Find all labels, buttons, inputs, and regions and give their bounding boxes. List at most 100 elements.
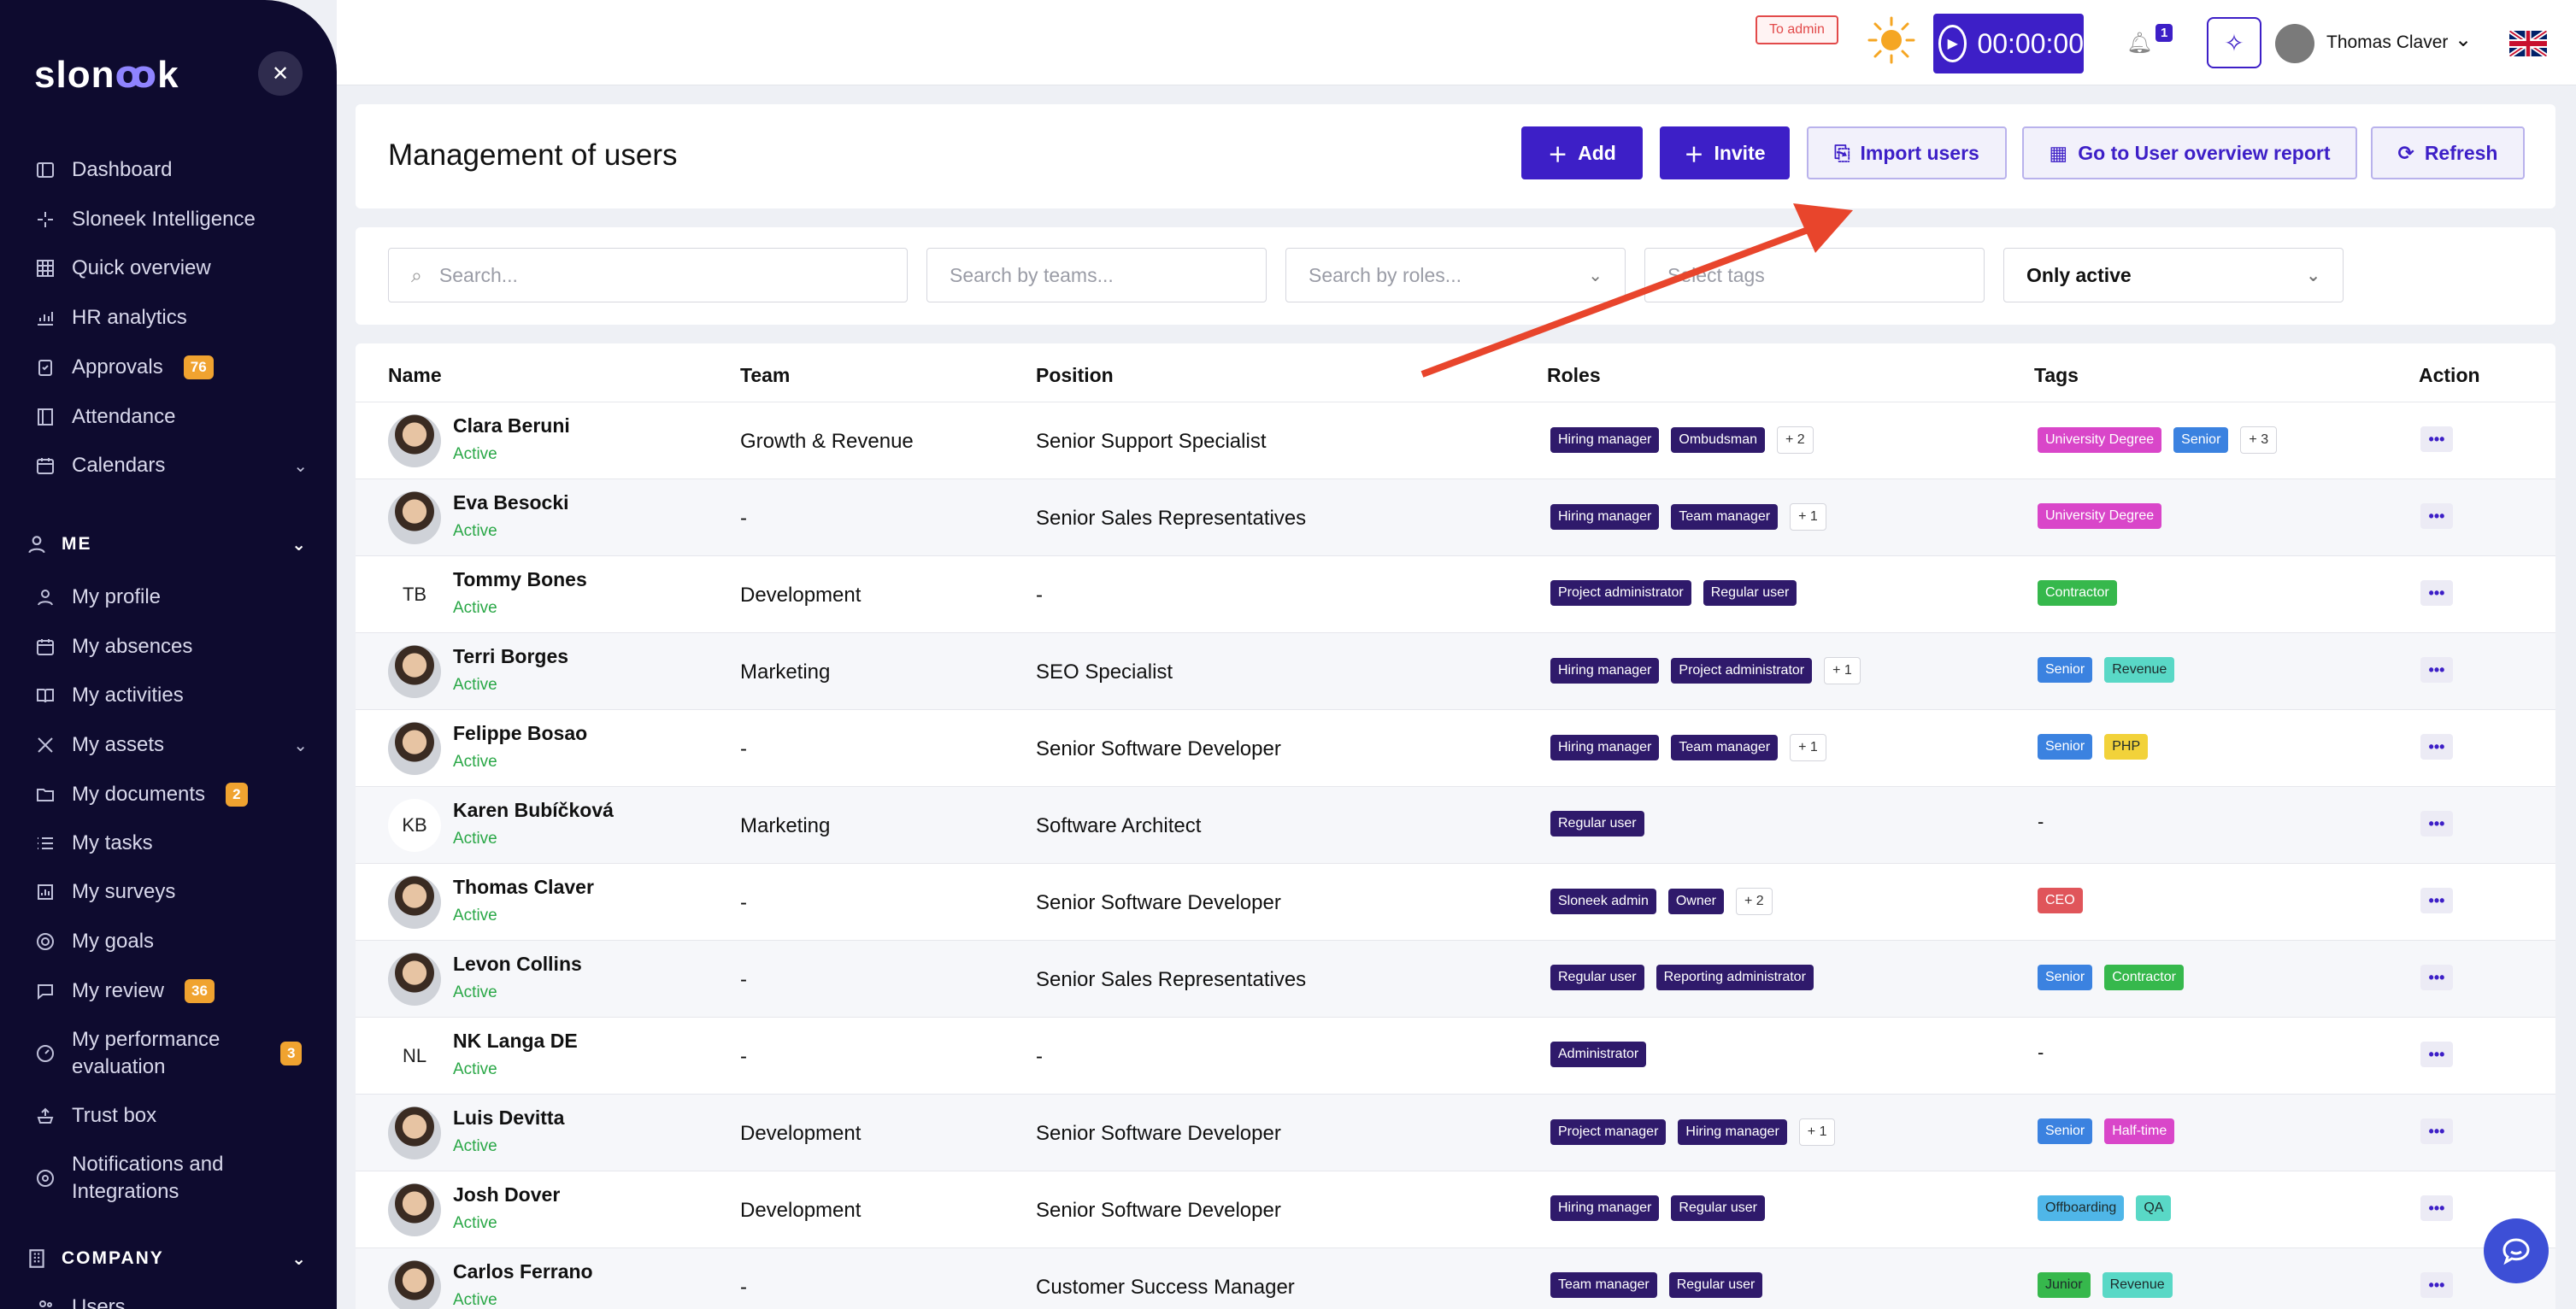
- time-tracker[interactable]: ▶ 00:00:00: [1933, 14, 2084, 73]
- add-button[interactable]: ＋ Add: [1521, 126, 1643, 179]
- more-roles-chip[interactable]: + 1: [1824, 657, 1861, 684]
- sidebar-item-users[interactable]: Users ⌄: [34, 1290, 308, 1309]
- more-roles-chip[interactable]: + 1: [1798, 1118, 1836, 1146]
- more-roles-chip[interactable]: + 2: [1776, 426, 1814, 454]
- more-tags-chip[interactable]: + 3: [2240, 426, 2278, 454]
- sidebar-item-my-documents[interactable]: My documents 2: [34, 778, 308, 812]
- team-cell: -: [740, 737, 747, 760]
- sidebar-item-hr-analytics[interactable]: HR analytics: [34, 301, 308, 335]
- building-icon: [26, 1247, 48, 1270]
- row-actions-button[interactable]: •••: [2420, 888, 2453, 913]
- user-name-link[interactable]: Levon Collins: [453, 953, 582, 976]
- user-name-link[interactable]: Josh Dover: [453, 1183, 560, 1206]
- bell-icon[interactable]: 🔔︎: [2126, 31, 2152, 56]
- sidebar-item-notifications-and-integrations[interactable]: Notifications and Integrations: [34, 1153, 308, 1203]
- position-cell: SEO Specialist: [1036, 660, 1173, 684]
- sidebar-section-company[interactable]: COMPANY ⌄: [26, 1247, 308, 1270]
- table-row[interactable]: NL NK Langa DE Active - - Administrator - •••: [356, 1017, 2555, 1094]
- sidebar-item-attendance[interactable]: Attendance: [34, 400, 308, 434]
- tags-cell: Senior PHP: [2038, 734, 2149, 760]
- user-name-link[interactable]: Luis Devitta: [453, 1106, 564, 1130]
- search-input[interactable]: ⌕ Search...: [388, 248, 908, 302]
- position-cell: -: [1036, 584, 1043, 607]
- user-name-link[interactable]: Thomas Claver: [453, 876, 594, 899]
- sidebar-item-my-activities[interactable]: My activities: [34, 678, 308, 713]
- user-overview-report-button[interactable]: ▦ Go to User overview report: [2022, 126, 2357, 179]
- table-row[interactable]: Felippe Bosao Active - Senior Software Deve…: [356, 709, 2555, 786]
- more-roles-chip[interactable]: + 1: [1790, 734, 1826, 761]
- row-actions-button[interactable]: •••: [2420, 811, 2453, 836]
- ai-sparkle-button[interactable]: ✧: [2207, 17, 2261, 68]
- user-name-link[interactable]: Clara Beruni: [453, 414, 570, 437]
- sidebar-section-me[interactable]: ME ⌄: [26, 533, 308, 555]
- sidebar-item-calendars[interactable]: Calendars ⌄: [34, 449, 308, 483]
- target-icon: [34, 930, 56, 953]
- table-row[interactable]: Eva Besocki Active - Senior Sales Represent…: [356, 478, 2555, 555]
- sidebar-item-my-review[interactable]: My review 36: [34, 974, 308, 1008]
- table-row[interactable]: Josh Dover Active Development Senior Softwa…: [356, 1171, 2555, 1247]
- sidebar-item-my-profile[interactable]: My profile: [34, 580, 308, 614]
- search-icon: ⌕: [411, 263, 422, 286]
- row-actions-button[interactable]: •••: [2420, 580, 2453, 606]
- timer-display: 00:00:00: [1977, 27, 2084, 59]
- table-row[interactable]: Carlos Ferrano Active - Customer Success Ma…: [356, 1247, 2555, 1309]
- sidebar-item-trust-box[interactable]: Trust box: [34, 1099, 308, 1133]
- tags-select[interactable]: Select tags: [1644, 248, 1985, 302]
- user-name-link[interactable]: Felippe Bosao: [453, 722, 587, 745]
- sidebar-item-dashboard[interactable]: Dashboard: [34, 153, 308, 187]
- table-row[interactable]: Luis Devitta Active Development Senior Soft…: [356, 1094, 2555, 1171]
- column-header-position[interactable]: Position: [1036, 364, 1114, 387]
- refresh-button[interactable]: ⟳ Refresh: [2371, 126, 2525, 179]
- close-sidebar-button[interactable]: ✕: [258, 51, 303, 96]
- row-actions-button[interactable]: •••: [2420, 1042, 2453, 1067]
- sidebar-item-approvals[interactable]: Approvals 76: [34, 350, 308, 384]
- sidebar-item-my-performance-evaluation[interactable]: My performance evaluation 3: [34, 1028, 308, 1078]
- sidebar-item-my-tasks[interactable]: My tasks: [34, 826, 308, 860]
- user-name-link[interactable]: Carlos Ferrano: [453, 1260, 593, 1283]
- table-row[interactable]: Levon Collins Active - Senior Sales Represe…: [356, 940, 2555, 1017]
- user-avatar[interactable]: [2275, 24, 2314, 63]
- avatar: NL: [388, 1030, 441, 1083]
- folder-icon: [34, 784, 56, 806]
- sidebar-item-my-goals[interactable]: My goals: [34, 925, 308, 959]
- current-user-name[interactable]: Thomas Claver: [2326, 32, 2448, 53]
- user-name-link[interactable]: NK Langa DE: [453, 1030, 578, 1053]
- chevron-down-icon[interactable]: ⌄: [2455, 27, 2472, 52]
- row-actions-button[interactable]: •••: [2420, 734, 2453, 760]
- chat-support-button[interactable]: [2484, 1218, 2549, 1283]
- more-roles-chip[interactable]: + 2: [1735, 888, 1773, 915]
- more-roles-chip[interactable]: + 1: [1790, 503, 1826, 531]
- user-name-link[interactable]: Karen Bubíčková: [453, 799, 614, 822]
- table-row[interactable]: Terri Borges Active Marketing SEO Specialis…: [356, 632, 2555, 709]
- sidebar-item-my-absences[interactable]: My absences: [34, 630, 308, 664]
- invite-button[interactable]: ＋ Invite: [1660, 126, 1790, 179]
- row-actions-button[interactable]: •••: [2420, 503, 2453, 529]
- table-row[interactable]: Clara Beruni Active Growth & Revenue Senior…: [356, 402, 2555, 478]
- user-name-link[interactable]: Terri Borges: [453, 645, 568, 668]
- table-row[interactable]: TB Tommy Bones Active Development - Project a…: [356, 555, 2555, 632]
- table-row[interactable]: KB Karen Bubíčková Active Marketing Software…: [356, 786, 2555, 863]
- row-actions-button[interactable]: •••: [2420, 426, 2453, 452]
- column-header-team[interactable]: Team: [740, 364, 790, 387]
- sidebar-item-sloneek-intelligence[interactable]: Sloneek Intelligence: [34, 203, 308, 237]
- sidebar-item-quick-overview[interactable]: Quick overview: [34, 251, 308, 285]
- to-admin-button[interactable]: To admin: [1756, 15, 1838, 44]
- user-name-link[interactable]: Eva Besocki: [453, 491, 569, 514]
- row-actions-button[interactable]: •••: [2420, 965, 2453, 990]
- uk-flag-icon[interactable]: [2509, 31, 2547, 56]
- row-actions-button[interactable]: •••: [2420, 1195, 2453, 1221]
- row-actions-button[interactable]: •••: [2420, 1272, 2453, 1298]
- status-select[interactable]: Only active ⌄: [2003, 248, 2344, 302]
- sidebar-item-my-surveys[interactable]: My surveys: [34, 875, 308, 909]
- sidebar-item-my-assets[interactable]: My assets ⌄: [34, 728, 308, 762]
- column-header-name[interactable]: Name: [388, 364, 442, 387]
- table-row[interactable]: Thomas Claver Active - Senior Software Deve…: [356, 863, 2555, 940]
- user-name-link[interactable]: Tommy Bones: [453, 568, 587, 591]
- sloneek-logo[interactable]: slonꝏk: [34, 53, 179, 97]
- roles-select[interactable]: Search by roles... ⌄: [1285, 248, 1626, 302]
- teams-search-input[interactable]: Search by teams...: [926, 248, 1267, 302]
- play-icon[interactable]: ▶: [1938, 25, 1967, 62]
- import-users-button[interactable]: ⎘ Import users: [1807, 126, 2007, 179]
- row-actions-button[interactable]: •••: [2420, 657, 2453, 683]
- row-actions-button[interactable]: •••: [2420, 1118, 2453, 1144]
